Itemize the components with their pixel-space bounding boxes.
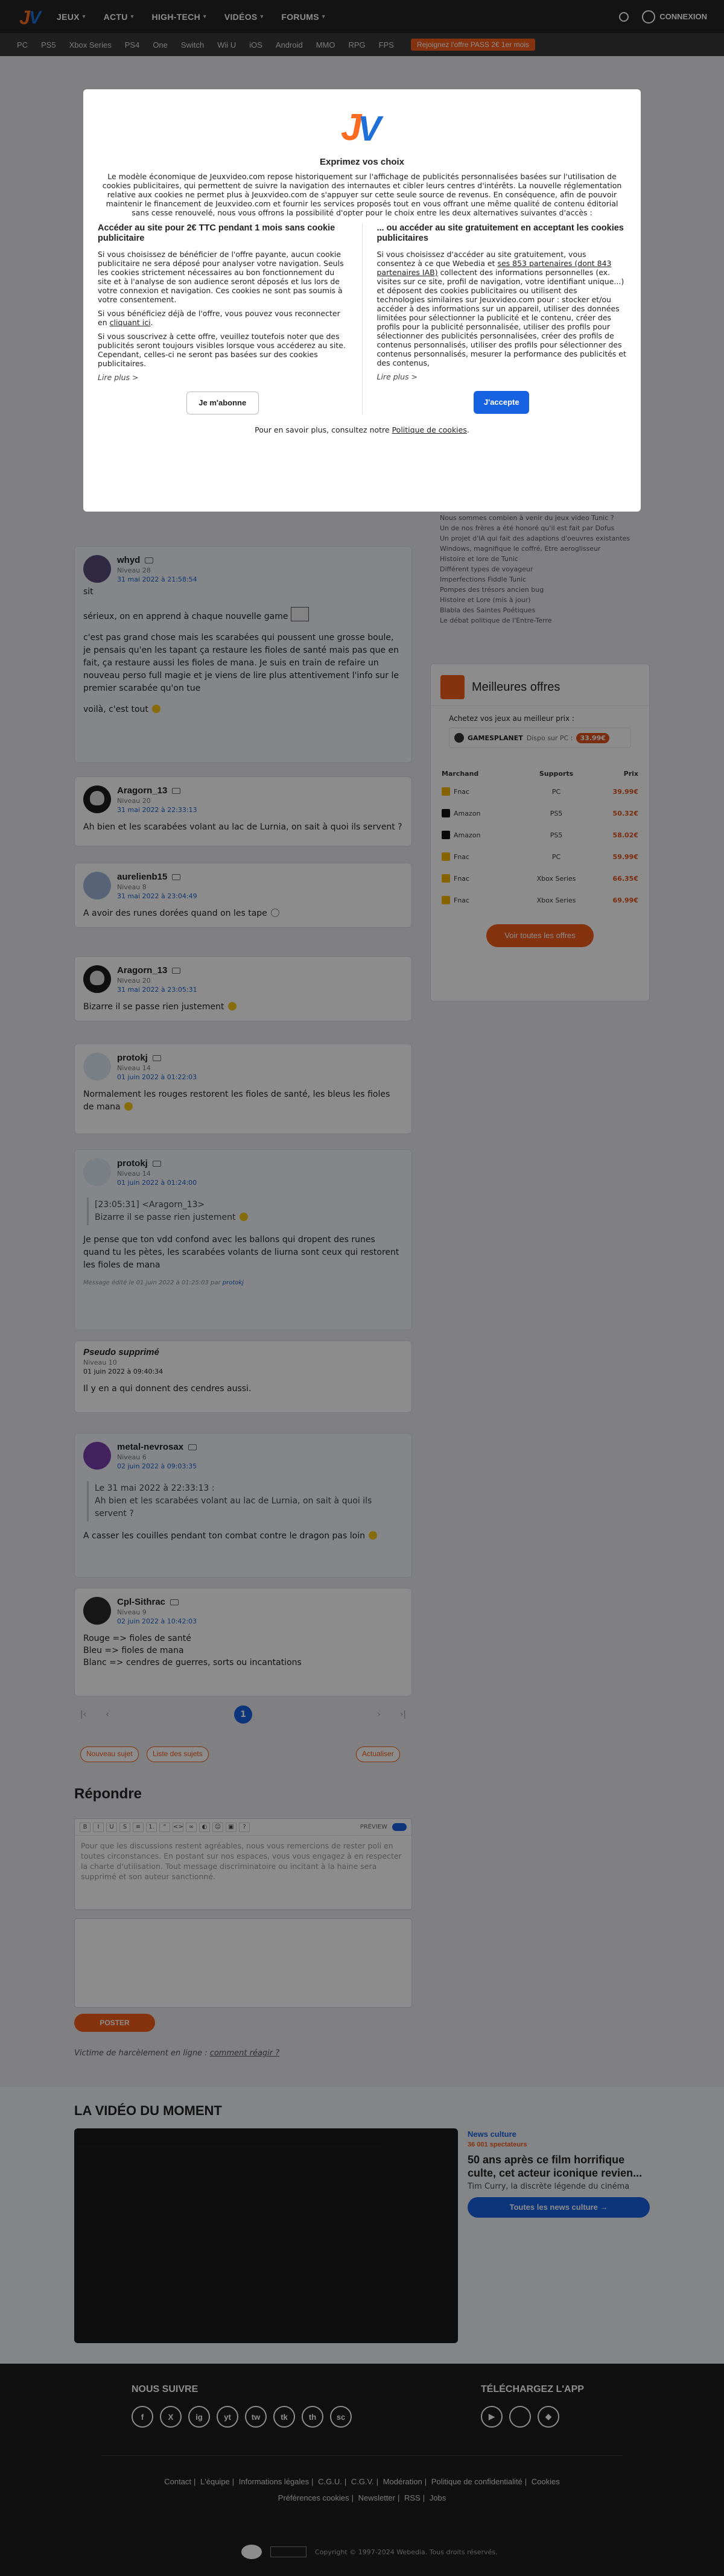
consent-footer: Pour en savoir plus, consultez notre Pol… [255, 425, 469, 434]
read-more-link[interactable]: Lire plus > [377, 372, 627, 381]
paid-option: Accéder au site pour 2€ TTC pendant 1 mo… [98, 223, 348, 414]
consent-modal: JV Exprimez vos choix Le modèle économiq… [83, 89, 641, 512]
free-option: ... ou accéder au site gratuitement en a… [377, 223, 627, 414]
read-more-link[interactable]: Lire plus > [98, 373, 348, 382]
jv-logo: JV [341, 107, 381, 148]
divider [361, 223, 363, 414]
consent-title: Exprimez vos choix [319, 157, 405, 167]
consent-intro: Le modèle économique de Jeuxvideo.com re… [102, 172, 622, 217]
cookie-policy-link[interactable]: Politique de cookies [392, 425, 467, 434]
reconnect-link[interactable]: cliquant ici [110, 318, 151, 327]
accept-button[interactable]: J'accepte [474, 391, 530, 414]
subscribe-button[interactable]: Je m'abonne [186, 392, 259, 414]
